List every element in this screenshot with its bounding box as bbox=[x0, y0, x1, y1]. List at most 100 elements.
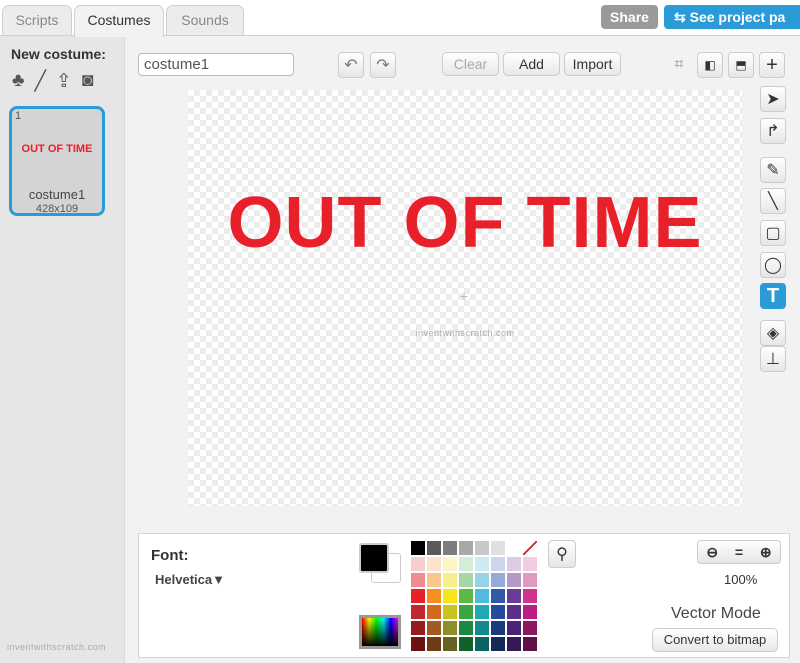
palette-swatch[interactable] bbox=[443, 621, 457, 635]
ellipse-icon[interactable]: ◯ bbox=[760, 252, 786, 278]
palette-swatch[interactable] bbox=[443, 605, 457, 619]
palette-swatch[interactable] bbox=[491, 605, 505, 619]
pencil-icon[interactable]: ✎ bbox=[760, 157, 786, 183]
undo-icon[interactable]: ↶ bbox=[338, 52, 364, 78]
palette-swatch[interactable] bbox=[507, 573, 521, 587]
palette-swatch[interactable] bbox=[427, 589, 441, 603]
eyedropper-icon[interactable]: ⚲ bbox=[548, 540, 576, 568]
clear-button[interactable]: Clear bbox=[442, 52, 499, 76]
palette-swatch[interactable] bbox=[475, 541, 489, 555]
zoom-in-icon[interactable]: ⊕ bbox=[760, 544, 772, 561]
costume-thumbnail[interactable]: 1 OUT OF TIME costume1 428x109 bbox=[9, 106, 105, 216]
palette-swatch[interactable] bbox=[427, 541, 441, 555]
flip-vertical-icon[interactable]: ⬒ bbox=[728, 52, 754, 78]
palette-swatch[interactable] bbox=[491, 621, 505, 635]
palette-swatch[interactable] bbox=[475, 621, 489, 635]
redo-icon[interactable]: ↷ bbox=[370, 52, 396, 78]
palette-swatch[interactable] bbox=[507, 589, 521, 603]
costume-preview: OUT OF TIME bbox=[21, 143, 93, 155]
palette-swatch[interactable] bbox=[459, 557, 473, 571]
tab-scripts[interactable]: Scripts bbox=[2, 5, 72, 36]
palette-swatch[interactable] bbox=[459, 589, 473, 603]
primary-color[interactable] bbox=[359, 543, 389, 573]
palette-swatch[interactable] bbox=[411, 573, 425, 587]
palette-swatch[interactable] bbox=[507, 621, 521, 635]
palette-swatch[interactable] bbox=[523, 541, 537, 555]
palette-swatch[interactable] bbox=[507, 541, 521, 555]
reshape-icon[interactable]: ↱ bbox=[760, 118, 786, 144]
zoom-controls: ⊖ = ⊕ bbox=[697, 540, 781, 564]
flip-horizontal-icon[interactable]: ◧ bbox=[697, 52, 723, 78]
costume-name-input[interactable] bbox=[138, 53, 294, 76]
add-button[interactable]: Add bbox=[503, 52, 560, 76]
camera-icon[interactable]: ◙ bbox=[82, 70, 93, 93]
line-icon[interactable]: ╲ bbox=[760, 188, 786, 214]
rectangle-icon[interactable]: ▢ bbox=[760, 220, 786, 246]
palette-swatch[interactable] bbox=[411, 557, 425, 571]
color-picker[interactable] bbox=[359, 615, 401, 649]
palette-swatch[interactable] bbox=[507, 637, 521, 651]
font-label: Font: bbox=[151, 547, 189, 564]
palette-swatch[interactable] bbox=[443, 637, 457, 651]
palette-swatch[interactable] bbox=[427, 573, 441, 587]
font-dropdown[interactable]: Helvetica▼ bbox=[155, 572, 225, 587]
palette-swatch[interactable] bbox=[459, 637, 473, 651]
palette-swatch[interactable] bbox=[443, 589, 457, 603]
stamp-icon[interactable]: ⊥ bbox=[760, 346, 786, 372]
zoom-reset-icon[interactable]: = bbox=[735, 544, 743, 560]
palette-swatch[interactable] bbox=[523, 637, 537, 651]
paint-brush-icon[interactable]: ╱ bbox=[34, 70, 45, 93]
palette-swatch[interactable] bbox=[475, 589, 489, 603]
zoom-out-icon[interactable]: ⊖ bbox=[706, 544, 718, 561]
palette-swatch[interactable] bbox=[475, 573, 489, 587]
palette-swatch[interactable] bbox=[443, 557, 457, 571]
palette-swatch[interactable] bbox=[507, 605, 521, 619]
palette-swatch[interactable] bbox=[523, 605, 537, 619]
palette-swatch[interactable] bbox=[459, 621, 473, 635]
tab-sounds[interactable]: Sounds bbox=[166, 5, 244, 36]
palette-swatch[interactable] bbox=[475, 605, 489, 619]
palette-swatch[interactable] bbox=[427, 557, 441, 571]
palette-swatch[interactable] bbox=[427, 605, 441, 619]
select-icon[interactable]: ➤ bbox=[760, 86, 786, 112]
convert-to-bitmap-button[interactable]: Convert to bitmap bbox=[652, 628, 778, 652]
palette-swatch[interactable] bbox=[459, 605, 473, 619]
tab-costumes[interactable]: Costumes bbox=[74, 5, 164, 37]
upload-icon[interactable]: ⇪ bbox=[56, 70, 72, 93]
palette-swatch[interactable] bbox=[475, 637, 489, 651]
import-button[interactable]: Import bbox=[564, 52, 621, 76]
palette-swatch[interactable] bbox=[523, 589, 537, 603]
palette-swatch[interactable] bbox=[459, 541, 473, 555]
color-palette bbox=[411, 541, 541, 653]
bottom-panel: Font: Helvetica▼ ⚲ ⊖ = ⊕ 100% Vector Mode … bbox=[138, 533, 790, 658]
drawing-canvas[interactable]: OUT OF TIME + inventwithscratch.com bbox=[188, 90, 742, 506]
palette-swatch[interactable] bbox=[443, 541, 457, 555]
crop-icon[interactable]: ⌗ bbox=[666, 52, 692, 78]
text-icon[interactable]: T bbox=[760, 283, 786, 309]
see-project-page-button[interactable]: ⇆ See project pa bbox=[664, 5, 800, 29]
palette-swatch[interactable] bbox=[427, 621, 441, 635]
palette-swatch[interactable] bbox=[475, 557, 489, 571]
palette-swatch[interactable] bbox=[491, 573, 505, 587]
palette-swatch[interactable] bbox=[411, 541, 425, 555]
palette-swatch[interactable] bbox=[411, 589, 425, 603]
palette-swatch[interactable] bbox=[411, 605, 425, 619]
palette-swatch[interactable] bbox=[507, 557, 521, 571]
share-button[interactable]: Share bbox=[601, 5, 658, 29]
palette-swatch[interactable] bbox=[411, 637, 425, 651]
palette-swatch[interactable] bbox=[443, 573, 457, 587]
palette-swatch[interactable] bbox=[491, 557, 505, 571]
fill-icon[interactable]: ◈ bbox=[760, 320, 786, 346]
palette-swatch[interactable] bbox=[523, 621, 537, 635]
palette-swatch[interactable] bbox=[491, 589, 505, 603]
palette-swatch[interactable] bbox=[411, 621, 425, 635]
palette-swatch[interactable] bbox=[523, 573, 537, 587]
palette-swatch[interactable] bbox=[523, 557, 537, 571]
set-center-icon[interactable]: + bbox=[759, 52, 785, 78]
sprite-library-icon[interactable]: ♣ bbox=[12, 70, 24, 93]
palette-swatch[interactable] bbox=[427, 637, 441, 651]
palette-swatch[interactable] bbox=[491, 637, 505, 651]
palette-swatch[interactable] bbox=[459, 573, 473, 587]
palette-swatch[interactable] bbox=[491, 541, 505, 555]
canvas-text[interactable]: OUT OF TIME bbox=[188, 182, 742, 264]
